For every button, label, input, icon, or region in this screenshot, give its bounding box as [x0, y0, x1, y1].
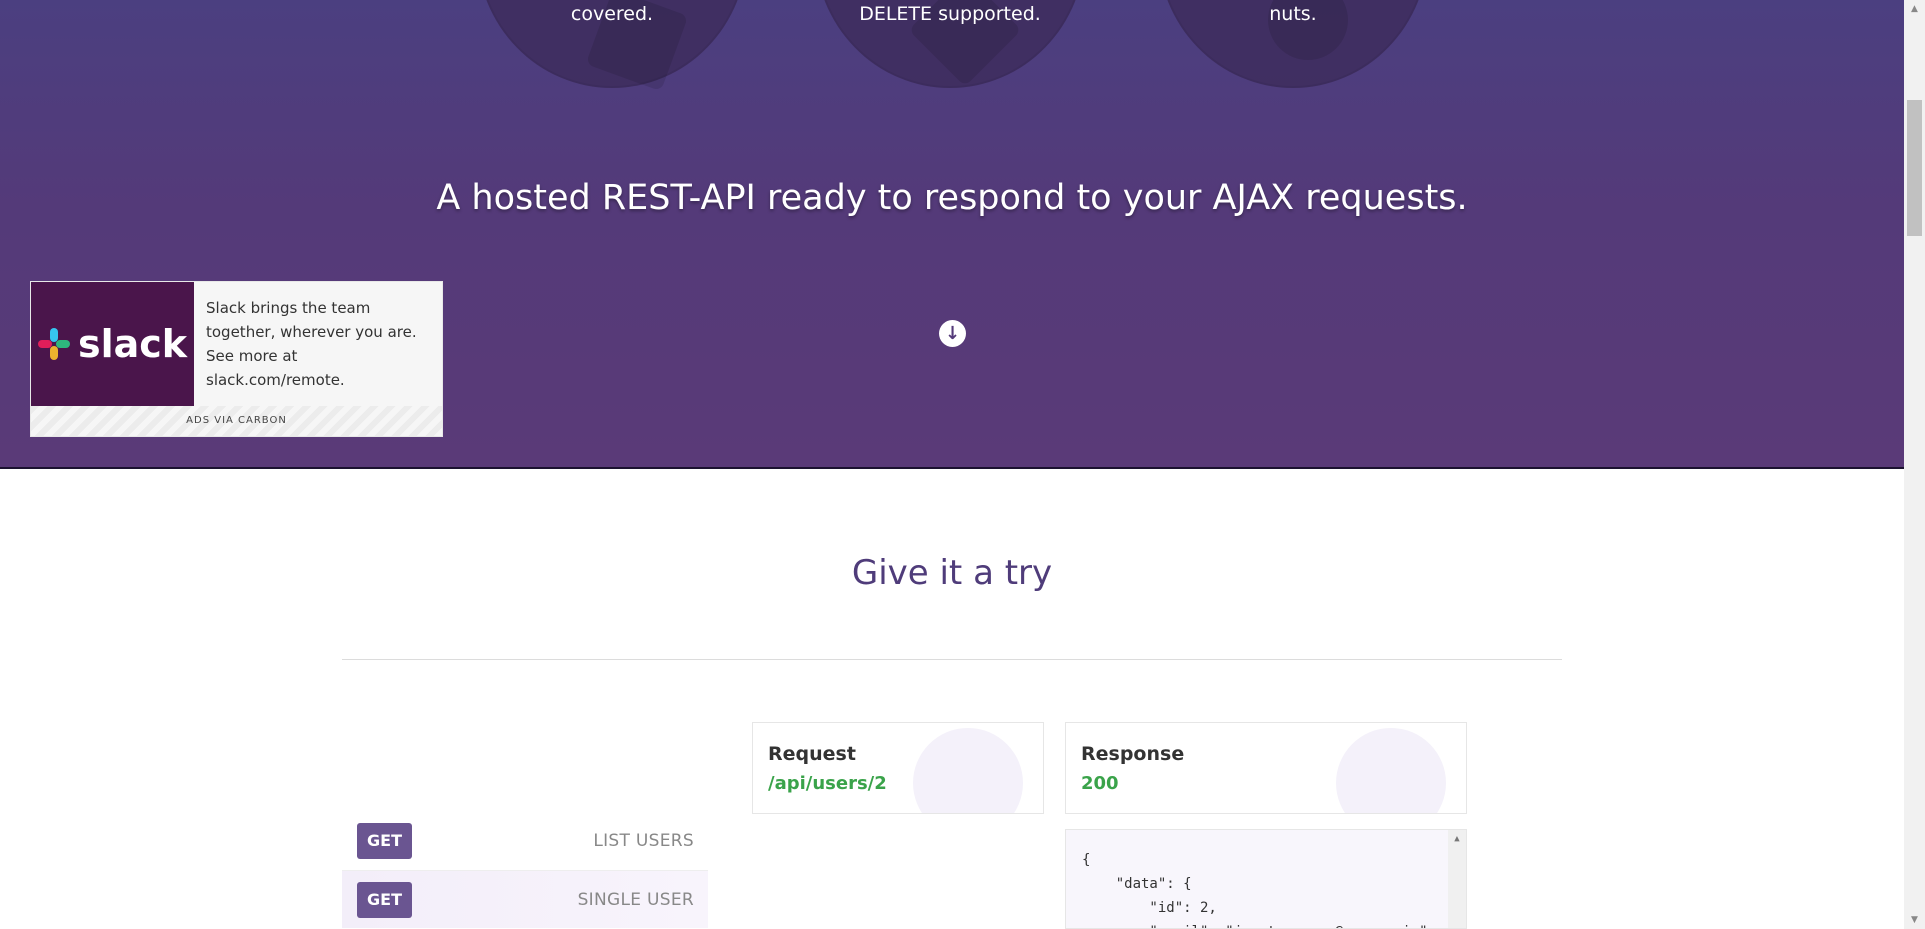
request-title: Request: [768, 743, 856, 765]
ad-footer-link[interactable]: ADS VIA CARBON: [31, 406, 442, 436]
scroll-down-icon[interactable]: ↓: [939, 320, 966, 347]
scroll-down-arrow-icon[interactable]: ▼: [1904, 911, 1925, 929]
response-card: Response 200: [1065, 722, 1467, 814]
method-badge: GET: [357, 881, 412, 918]
endpoint-label: SINGLE USER: [577, 889, 694, 910]
divider: [342, 659, 1562, 660]
watermark-icon: [913, 728, 1023, 813]
response-status: 200: [1081, 773, 1119, 794]
scroll-up-icon[interactable]: ▲: [1904, 0, 1925, 18]
response-json: { "data": { "id": 2, "email": "janet.wea…: [1082, 852, 1436, 928]
request-url[interactable]: /api/users/2: [768, 773, 887, 794]
feature-circle-text: DELETE supported.: [859, 3, 1041, 25]
response-body[interactable]: { "data": { "id": 2, "email": "janet.wea…: [1065, 829, 1467, 929]
hero-tagline: A hosted REST-API ready to respond to yo…: [436, 178, 1468, 218]
code-scrollbar[interactable]: ▲: [1448, 830, 1466, 928]
watermark-icon: [1336, 728, 1446, 813]
slack-mark-icon: [37, 328, 70, 360]
feature-circle-text: covered.: [570, 3, 654, 25]
endpoint-list-users[interactable]: GET LIST USERS: [342, 812, 708, 870]
endpoint-label: LIST USERS: [593, 831, 694, 851]
method-badge: GET: [357, 823, 412, 859]
endpoint-single-user[interactable]: GET SINGLE USER: [342, 870, 708, 928]
slack-logo[interactable]: slack: [31, 282, 194, 406]
response-title: Response: [1081, 743, 1185, 765]
scroll-up-icon[interactable]: ▲: [1448, 830, 1466, 848]
hero-section: covered. DELETE supported. nuts. A hoste…: [0, 0, 1904, 469]
carbon-ad[interactable]: slack Slack brings the team together, wh…: [30, 281, 443, 437]
scroll-thumb[interactable]: [1907, 100, 1922, 236]
ad-text[interactable]: Slack brings the team together, wherever…: [206, 296, 438, 392]
section-title: Give it a try: [851, 553, 1053, 593]
page-scrollbar[interactable]: ▲ ▼: [1904, 0, 1925, 929]
request-card: Request /api/users/2: [752, 722, 1044, 814]
slack-wordmark: slack: [77, 322, 188, 366]
feature-circle-text: nuts.: [1269, 3, 1317, 25]
